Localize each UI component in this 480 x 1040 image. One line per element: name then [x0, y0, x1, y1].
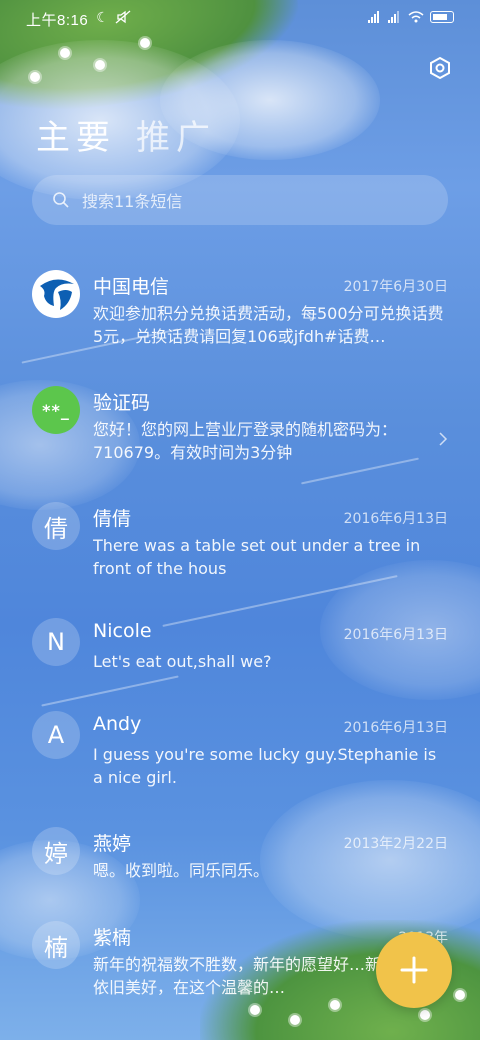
search-bar[interactable]: 搜索11条短信	[32, 175, 448, 225]
contact-avatar: A	[32, 711, 80, 759]
contact-avatar: 婷	[32, 827, 80, 875]
tab-main[interactable]: 主要	[36, 110, 116, 159]
chevron-right-icon	[439, 432, 448, 446]
sender-name: 紫楠	[93, 927, 132, 949]
wifi-icon	[408, 11, 424, 23]
message-date: 2016年6月13日	[343, 627, 448, 643]
message-preview: 欢迎参加积分兑换话费活动，每500分可兑换话费5元，兑换话费请回复106或jfd…	[93, 304, 444, 346]
message-row-qianqian[interactable]: 倩 倩倩 2016年6月13日 There was a table set ou…	[0, 494, 480, 610]
settings-hexagon-icon	[430, 56, 450, 80]
sender-name: 燕婷	[93, 833, 132, 855]
status-time: 上午8:16	[26, 11, 89, 29]
message-preview: Let's eat out,shall we?	[93, 652, 272, 671]
message-date: 2017年6月30日	[343, 279, 448, 295]
contact-avatar: N	[32, 618, 80, 666]
message-list: 中国电信 2017年6月30日 欢迎参加积分兑换话费活动，每500分可兑换话费5…	[0, 262, 480, 1029]
china-telecom-logo-icon	[32, 270, 80, 318]
tab-promotions[interactable]: 推广	[136, 110, 216, 159]
compose-button[interactable]	[376, 932, 452, 1008]
plus-icon	[400, 956, 428, 984]
message-row-yanting[interactable]: 婷 燕婷 2013年2月22日 嗯。收到啦。同乐同乐。	[0, 819, 480, 913]
message-date: 2016年6月13日	[343, 720, 448, 736]
sender-name: 验证码	[93, 392, 151, 414]
battery-icon	[430, 11, 454, 23]
tab-bar: 主要 推广	[36, 110, 216, 159]
message-row-verification-code[interactable]: **_ 验证码 您好！您的网上营业厅登录的随机密码为：710679。有效时间为3…	[0, 378, 480, 494]
sender-name: Nicole	[93, 620, 152, 642]
contact-avatar: 倩	[32, 502, 80, 550]
signal-2-icon	[388, 11, 402, 23]
settings-button[interactable]	[428, 56, 452, 80]
message-preview: I guess you're some lucky guy.Stephanie …	[93, 745, 437, 787]
message-preview: 嗯。收到啦。同乐同乐。	[93, 861, 270, 880]
search-placeholder: 搜索11条短信	[82, 192, 183, 211]
signal-icon	[368, 11, 382, 23]
verification-code-avatar: **_	[32, 386, 80, 434]
message-date: 2016年6月13日	[343, 511, 448, 527]
message-date: 2013年2月22日	[343, 836, 448, 852]
message-row-andy[interactable]: A Andy 2016年6月13日 I guess you're some lu…	[0, 703, 480, 819]
mute-icon	[115, 10, 131, 28]
moon-icon: ☾	[96, 10, 109, 26]
contact-avatar: 楠	[32, 921, 80, 969]
search-icon	[53, 192, 69, 208]
message-row-nicole[interactable]: N Nicole 2016年6月13日 Let's eat out,shall …	[0, 610, 480, 703]
sender-name: 倩倩	[93, 508, 132, 530]
message-preview: There was a table set out under a tree i…	[93, 536, 421, 578]
message-row-china-telecom[interactable]: 中国电信 2017年6月30日 欢迎参加积分兑换话费活动，每500分可兑换话费5…	[0, 262, 480, 378]
sender-name: Andy	[93, 713, 142, 735]
message-preview: 您好！您的网上营业厅登录的随机密码为：710679。有效时间为3分钟	[93, 420, 398, 462]
sender-name: 中国电信	[93, 276, 170, 298]
status-bar: 上午8:16 ☾	[0, 0, 480, 38]
